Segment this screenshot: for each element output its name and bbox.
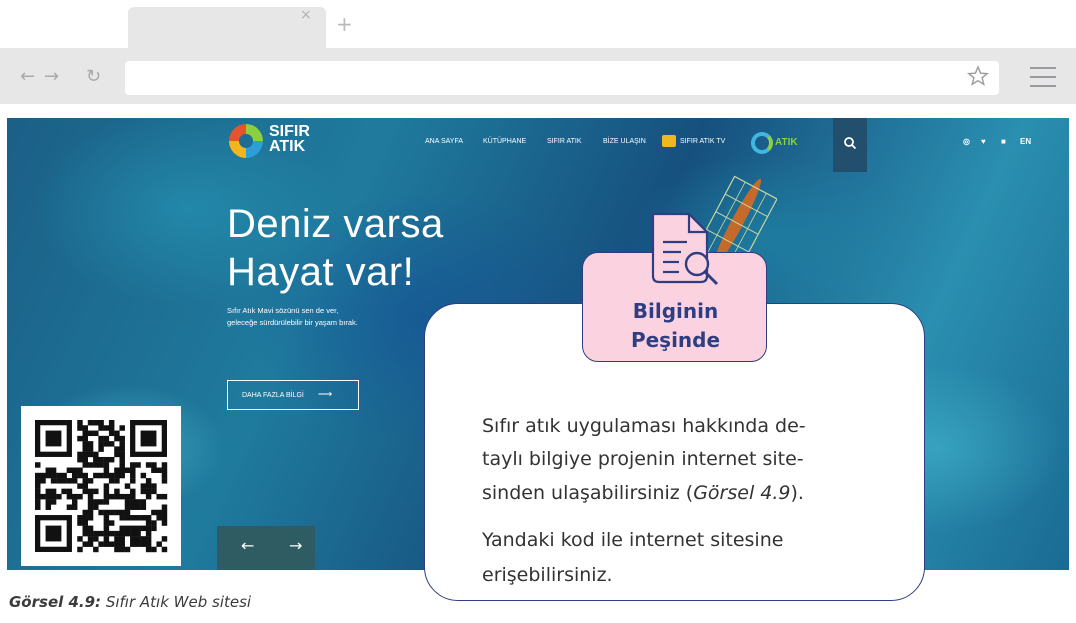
slider-prev-icon[interactable]: ← [241,536,254,555]
nav-link-contact[interactable]: BİZE ULAŞIN [603,138,646,146]
more-info-button[interactable]: DAHA FAZLA BİLGİ ⟶ [227,380,359,410]
badge-line-1: Bilginin [632,299,719,323]
browser-tab[interactable] [128,7,326,49]
nav-link-tv[interactable]: SIFIR ATIK TV [680,138,725,146]
bookmark-star-icon[interactable] [966,64,990,88]
search-icon [844,137,857,150]
more-info-label: DAHA FAZLA BİLGİ [242,392,304,399]
address-bar[interactable] [125,61,999,95]
hero-title: Deniz varsa Hayat var! [227,202,444,294]
site-search-button[interactable] [833,118,867,172]
logo-text: SIFIR ATIK [269,123,310,155]
back-arrow-icon[interactable]: ← [20,68,35,86]
logo-ring-icon [229,124,263,158]
card-line-3: sinden ulaşabilirsiniz (Görsel 4.9). [482,482,804,504]
nav-link-home[interactable]: ANA SAYFA [425,138,463,146]
qr-code [21,406,181,566]
document-search-icon [651,212,719,286]
card-line-2: taylı bilgiye projenin internet site- [482,448,804,470]
instagram-icon[interactable]: ◎ [963,138,970,146]
card-line-4: Yandaki kod ile internet sitesine [482,529,784,551]
tab-close-icon[interactable]: × [300,8,312,22]
menu-icon[interactable] [1030,66,1056,88]
figure-reference: Görsel 4.9 [693,482,791,504]
nav-link-zero-waste[interactable]: SIFIR ATIK [547,138,582,146]
card-line-5: erişebilirsiniz. [482,564,613,586]
mavi-ring-icon [751,132,773,154]
language-switch[interactable]: EN [1020,138,1031,146]
slider-next-icon[interactable]: → [289,536,302,555]
sifir-atik-logo[interactable]: SIFIR ATIK [229,122,339,160]
forward-arrow-icon[interactable]: → [44,68,59,86]
facebook-icon[interactable]: ■ [1001,138,1006,146]
reload-icon[interactable]: ↻ [86,68,101,86]
figure-caption: Görsel 4.9: Sıfır Atık Web sitesi [9,593,251,611]
badge-line-2: Peşinde [630,328,721,352]
mavi-logo-text: ATIK [775,137,798,148]
slider-nav: ← → [217,526,315,570]
nav-link-library[interactable]: KÜTÜPHANE [483,138,526,146]
sifir-atik-mavi-logo[interactable]: ATIK [751,130,811,158]
tv-icon [662,135,676,147]
twitter-icon[interactable]: ♥ [981,138,986,146]
caption-label: Görsel 4.9: [9,593,102,611]
hero-subtitle: Sıfır Atık Mavi sözünü sen de ver, gelec… [227,306,358,327]
new-tab-icon[interactable]: + [336,14,353,34]
caption-text: Sıfır Atık Web sitesi [101,593,252,611]
card-line-1: Sıfır atık uygulaması hakkında de- [482,415,806,437]
arrow-right-icon: ⟶ [317,389,333,400]
